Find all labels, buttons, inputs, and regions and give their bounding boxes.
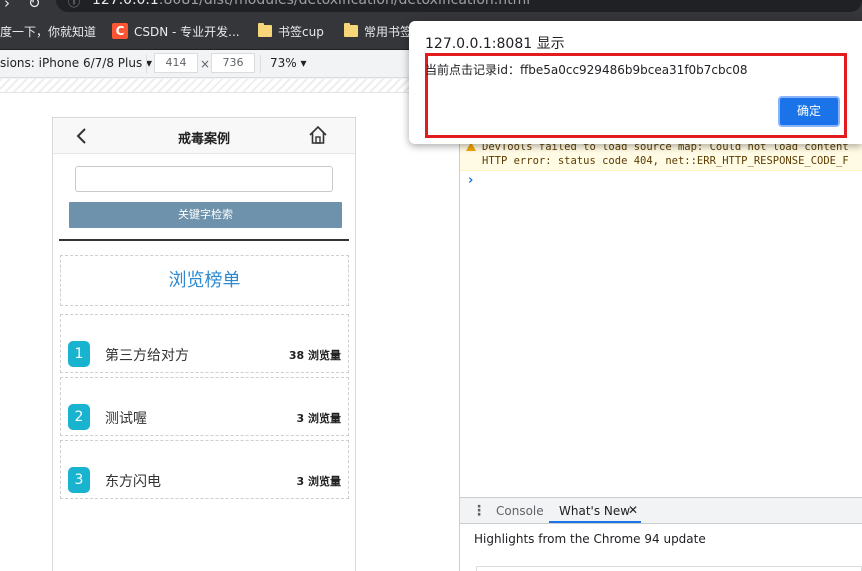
ranking-title: 浏览榜单: [60, 255, 349, 306]
whats-new-heading: Highlights from the Chrome 94 update: [474, 532, 706, 546]
device-height-input[interactable]: 736: [211, 53, 255, 73]
ok-button[interactable]: 确定: [778, 96, 840, 127]
ranking-list-item[interactable]: 1 第三方给对方 38 浏览量: [60, 314, 349, 373]
ranking-list-item[interactable]: 2 测试喔 3 浏览量: [60, 377, 349, 436]
bookmark-folder-cup[interactable]: 书签cup: [258, 22, 324, 40]
search-input[interactable]: [75, 166, 333, 192]
rank-badge: 2: [68, 404, 90, 430]
tab-whats-new[interactable]: What's New: [559, 504, 630, 518]
url-host: 127.0.0.1: [92, 0, 159, 8]
devtools-drawer: ⋮ Console What's New ✕ Highlights from t…: [460, 497, 862, 571]
warning-text: HTTP error: status code 404, net::ERR_HT…: [482, 155, 849, 167]
active-tab-indicator: [549, 521, 641, 523]
csdn-icon: C: [112, 23, 128, 39]
browser-top-bar: › ↻ ⓘ 127.0.0.1:8081/dist/modules/detoxi…: [0, 0, 862, 12]
console-prompt-icon[interactable]: ›: [468, 173, 473, 188]
forward-icon[interactable]: ›: [4, 0, 10, 12]
search-button[interactable]: 关键字检索: [69, 202, 342, 228]
whats-new-card: [476, 566, 862, 571]
viewport-ruler: [0, 79, 459, 93]
site-info-icon[interactable]: ⓘ: [68, 0, 80, 10]
home-icon[interactable]: [308, 125, 328, 145]
rank-badge: 3: [68, 467, 90, 493]
dialog-title: 127.0.0.1:8081 显示: [425, 36, 565, 52]
bookmark-baidu[interactable]: 度一下，你就知道: [0, 22, 96, 40]
bookmark-csdn[interactable]: C CSDN - 专业开发...: [112, 22, 240, 40]
dropdown-caret-icon: ▾: [300, 56, 307, 70]
url-path: :8081/dist/modules/detoxification/detoxi…: [158, 0, 531, 8]
close-icon[interactable]: ✕: [628, 503, 638, 517]
bookmark-label: CSDN - 专业开发...: [134, 24, 240, 39]
view-count: 3 浏览量: [296, 412, 341, 425]
item-title: 测试喔: [105, 411, 147, 427]
device-label: sions: iPhone 6/7/8 Plus: [0, 56, 143, 70]
bookmark-label: 常用书签: [364, 24, 413, 39]
rank-badge: 1: [68, 341, 90, 367]
bookmark-label: 书签cup: [278, 24, 324, 39]
tab-console[interactable]: Console: [496, 504, 544, 518]
address-url[interactable]: 127.0.0.1:8081/dist/modules/detoxificati…: [92, 0, 530, 8]
dimension-separator: ×: [200, 57, 211, 71]
app-header: 戒毒案例: [53, 118, 355, 154]
bookmark-folder-common[interactable]: 常用书签: [344, 22, 412, 40]
mobile-viewport: 戒毒案例 关键字检索 浏览榜单 1 第三方给对方 38 浏览量 2 测试喔 3 …: [52, 117, 356, 571]
zoom-label: 73%: [270, 56, 297, 70]
folder-icon: [344, 23, 358, 37]
item-title: 第三方给对方: [105, 348, 189, 364]
view-count: 3 浏览量: [296, 475, 341, 488]
more-options-icon[interactable]: ⋮: [472, 503, 486, 519]
bookmark-label: 度一下，你就知道: [0, 24, 97, 39]
section-divider: [59, 239, 349, 241]
toolbar-divider: [146, 55, 147, 73]
folder-icon: [258, 23, 272, 37]
devtools-panel: DevTools failed to load source map: Coul…: [460, 79, 862, 571]
dialog-message: 当前点击记录id：ffbe5a0cc929486b9bcea31f0b7cbc0…: [425, 63, 748, 77]
reload-icon[interactable]: ↻: [28, 0, 41, 12]
ranking-list-item[interactable]: 3 东方闪电 3 浏览量: [60, 440, 349, 499]
toolbar-divider: [260, 55, 261, 73]
device-width-input[interactable]: 414: [154, 53, 198, 73]
alert-dialog: 127.0.0.1:8081 显示 当前点击记录id：ffbe5a0cc9294…: [409, 21, 862, 144]
device-select[interactable]: sions: iPhone 6/7/8 Plus ▾: [0, 56, 152, 70]
zoom-select[interactable]: 73% ▾: [270, 56, 307, 70]
view-count: 38 浏览量: [288, 349, 341, 362]
drawer-tabs: ⋮ Console What's New ✕: [460, 498, 862, 524]
item-title: 东方闪电: [105, 474, 161, 490]
